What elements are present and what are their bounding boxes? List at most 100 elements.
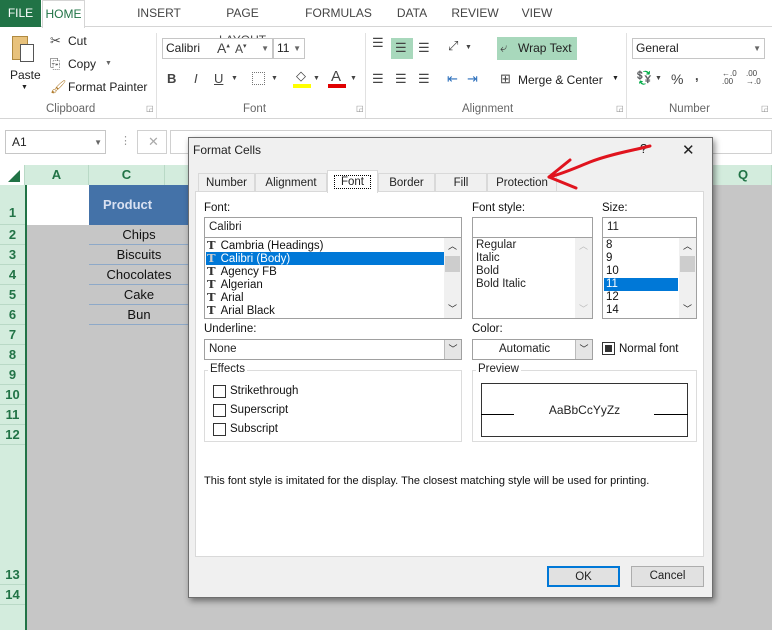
row-header-5[interactable]: 5	[0, 285, 25, 305]
row-header-11[interactable]: 11	[0, 405, 25, 425]
color-select[interactable]: Automatic ﹀	[472, 339, 593, 360]
column-header-q[interactable]: Q	[705, 165, 772, 185]
ok-button[interactable]: OK	[547, 566, 620, 587]
font-style-scrollbar[interactable]: ︿ ﹀	[575, 238, 592, 318]
size-item[interactable]: 9	[606, 252, 612, 265]
tab-fill[interactable]: Fill	[435, 173, 487, 192]
font-style-item[interactable]: Italic	[476, 252, 500, 265]
chevron-down-icon[interactable]: ▼	[350, 75, 357, 82]
strikethrough-checkbox[interactable]	[213, 385, 226, 398]
font-list-item[interactable]: T Agency FB	[207, 265, 277, 279]
format-painter-button[interactable]: Format Painter	[68, 80, 147, 94]
cut-button[interactable]: Cut	[68, 34, 87, 48]
cancel-formula-icon[interactable]: ✕	[148, 134, 159, 150]
scroll-thumb[interactable]	[680, 256, 695, 272]
decrease-decimal-icon[interactable]: .00 →.0	[746, 70, 761, 86]
cell-a1[interactable]	[27, 185, 89, 225]
align-left-icon[interactable]: ☰	[372, 71, 384, 87]
row-header-4[interactable]: 4	[0, 265, 25, 285]
font-input[interactable]: Calibri	[204, 217, 462, 238]
borders-icon[interactable]	[252, 72, 265, 85]
tab-font[interactable]: Font	[327, 170, 378, 193]
tab-number[interactable]: Number	[198, 173, 255, 192]
column-header-c[interactable]: C	[89, 165, 165, 185]
product-header-cell[interactable]: Product	[89, 185, 194, 225]
row-header-9[interactable]: 9	[0, 365, 25, 385]
paste-button[interactable]: Paste ▼	[6, 32, 44, 96]
font-list-item[interactable]: T Arial Black	[207, 304, 275, 318]
font-list-scrollbar[interactable]: ︿ ﹀	[444, 238, 461, 318]
orientation-icon[interactable]: ⤢	[448, 38, 458, 54]
tab-review[interactable]: REVIEW	[451, 0, 499, 27]
chevron-down-icon[interactable]: ﹀	[579, 302, 588, 315]
subscript-checkbox[interactable]	[213, 423, 226, 436]
row-header-7[interactable]: 7	[0, 325, 25, 345]
chevron-down-icon[interactable]: ▼	[105, 60, 112, 67]
bold-button[interactable]: B	[167, 71, 176, 86]
font-style-input[interactable]	[472, 217, 593, 238]
font-color-icon[interactable]: A	[331, 68, 341, 85]
chevron-down-icon[interactable]: ▼	[271, 75, 278, 82]
dialog-launcher-icon[interactable]: ◲	[616, 104, 624, 113]
chevron-up-icon[interactable]: ︿	[579, 239, 588, 252]
copy-button[interactable]: Copy	[68, 57, 96, 71]
font-list-item[interactable]: T Calibri (Body)	[207, 252, 290, 266]
currency-format-icon[interactable]: 💱	[636, 70, 652, 86]
row-header-10[interactable]: 10	[0, 385, 25, 405]
percent-style-button[interactable]: %	[671, 71, 683, 87]
select-all-corner[interactable]	[0, 165, 25, 185]
tab-alignment[interactable]: Alignment	[255, 173, 327, 192]
chevron-up-icon[interactable]: ︿	[683, 239, 692, 252]
close-icon[interactable]: ✕	[682, 141, 695, 159]
increase-decimal-icon[interactable]: ←.0.00	[722, 70, 737, 86]
tab-view[interactable]: VIEW	[519, 0, 555, 27]
dialog-launcher-icon[interactable]: ◲	[761, 104, 769, 113]
product-cell[interactable]: Biscuits	[89, 245, 189, 265]
merge-center-button[interactable]: ⊞ Merge & Center ▼	[500, 70, 625, 90]
chevron-down-icon[interactable]: ▼	[655, 75, 662, 82]
dialog-launcher-icon[interactable]: ◲	[356, 104, 364, 113]
dialog-launcher-icon[interactable]: ◲	[146, 104, 154, 113]
name-box[interactable]: A1 ▼	[5, 130, 106, 154]
cancel-button[interactable]: Cancel	[631, 566, 704, 587]
row-header-2[interactable]: 2	[0, 225, 25, 245]
size-input[interactable]: 11	[602, 217, 697, 238]
chevron-down-icon[interactable]: ﹀	[683, 302, 692, 315]
grow-font-icon[interactable]: A▴	[217, 40, 230, 56]
superscript-checkbox[interactable]	[213, 404, 226, 417]
shrink-font-icon[interactable]: A▾	[235, 42, 247, 56]
font-style-item[interactable]: Bold Italic	[476, 278, 526, 291]
scroll-thumb[interactable]	[445, 256, 460, 272]
size-item[interactable]: 10	[606, 265, 619, 278]
number-format-combo[interactable]: General ▼	[632, 38, 765, 59]
column-header-a[interactable]: A	[25, 165, 89, 185]
wrap-text-button[interactable]: ⤶ Wrap Text	[497, 37, 577, 60]
size-item[interactable]: 14	[606, 304, 619, 317]
row-header-3[interactable]: 3	[0, 245, 25, 265]
size-item[interactable]: 11	[606, 278, 618, 291]
product-cell[interactable]: Chips	[89, 225, 189, 245]
tab-file[interactable]: FILE	[0, 0, 41, 27]
decrease-indent-icon[interactable]: ⇤	[447, 71, 458, 87]
chevron-down-icon[interactable]: ▼	[231, 75, 238, 82]
tab-data[interactable]: DATA	[394, 0, 430, 27]
row-header-8[interactable]: 8	[0, 345, 25, 365]
align-top-icon[interactable]: ☰	[372, 35, 384, 51]
tab-page-layout[interactable]: PAGE LAYOUT	[202, 0, 283, 47]
italic-button[interactable]: I	[194, 71, 198, 86]
comma-style-button[interactable]: ,	[695, 68, 699, 83]
tab-insert[interactable]: INSERT	[136, 0, 182, 27]
font-list-item[interactable]: T Cambria (Headings)	[207, 239, 323, 253]
font-style-item[interactable]: Regular	[476, 239, 516, 252]
tab-border[interactable]: Border	[378, 173, 435, 192]
chevron-down-icon[interactable]: ﹀	[448, 302, 457, 315]
row-header-13[interactable]: 13	[0, 565, 25, 585]
chevron-down-icon[interactable]: ▼	[465, 44, 472, 51]
product-cell[interactable]: Cake	[89, 285, 189, 305]
align-center-icon[interactable]: ☰	[395, 71, 407, 87]
size-item[interactable]: 8	[606, 239, 612, 252]
font-size-combo[interactable]: 11 ▼	[273, 38, 305, 59]
font-style-item[interactable]: Bold	[476, 265, 499, 278]
row-header-6[interactable]: 6	[0, 305, 25, 325]
row-header-12[interactable]: 12	[0, 425, 25, 445]
